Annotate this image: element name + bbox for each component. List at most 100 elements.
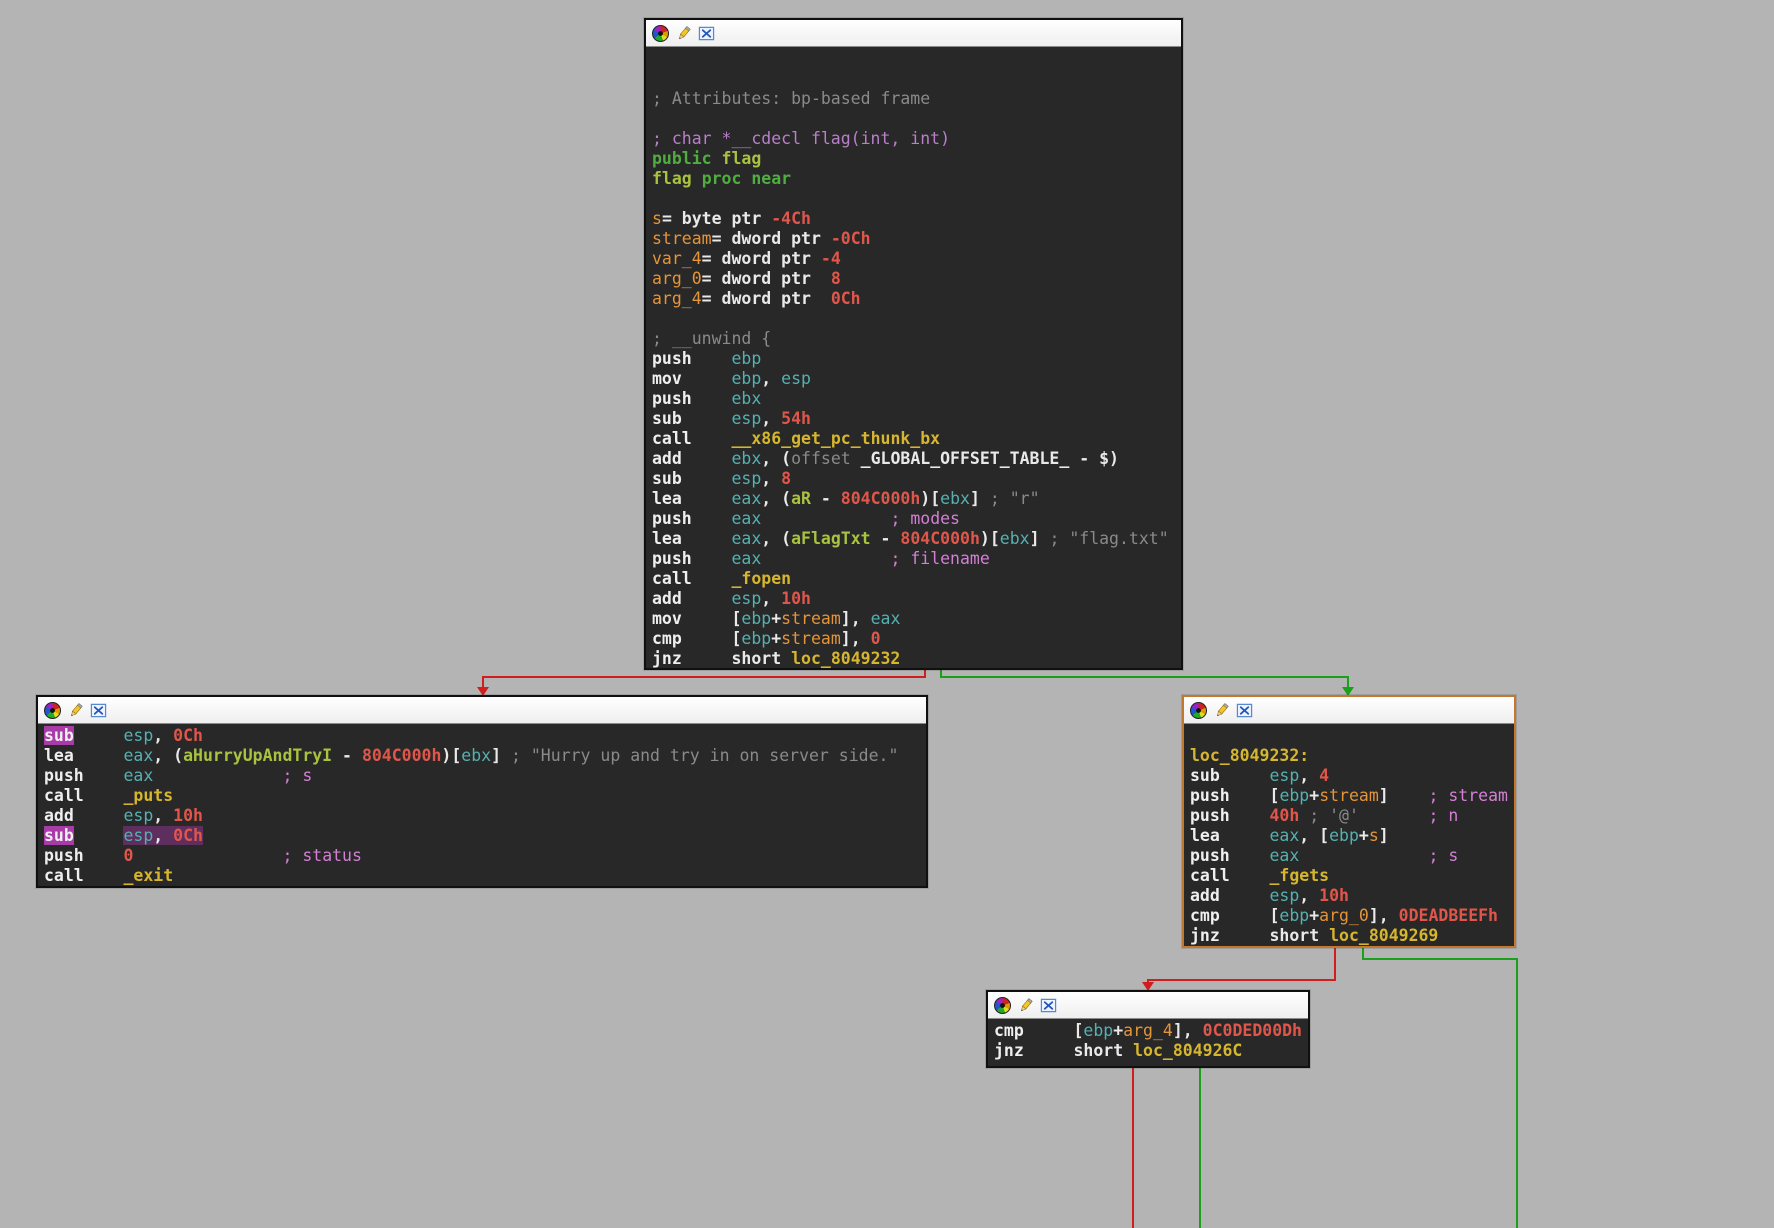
code-line[interactable]: lea eax, (aHurryUpAndTryI - 804C000h)[eb… <box>44 746 926 766</box>
node-hurry-up-exit-titlebar[interactable] <box>38 697 926 724</box>
code-line[interactable]: public flag <box>652 149 1181 169</box>
code-line[interactable]: push [ebp+stream] ; stream <box>1190 786 1514 806</box>
code-line[interactable]: add esp, 10h <box>652 589 1181 609</box>
code-line[interactable]: push 0 ; status <box>44 846 926 866</box>
code-line[interactable]: add esp, 10h <box>1190 886 1514 906</box>
code-token: aHurryUpAndTryI <box>183 746 332 765</box>
code-line[interactable]: ; __unwind { <box>652 329 1181 349</box>
code-line[interactable]: add ebx, (offset _GLOBAL_OFFSET_TABLE_ -… <box>652 449 1181 469</box>
code-line[interactable]: push eax ; s <box>44 766 926 786</box>
code-line[interactable]: cmp [ebp+stream], 0 <box>652 629 1181 649</box>
code-line[interactable]: call _fgets <box>1190 866 1514 886</box>
code-line[interactable]: call _puts <box>44 786 926 806</box>
code-line[interactable]: jnz short loc_8049269 <box>1190 926 1514 946</box>
code-line[interactable]: mov [ebp+stream], eax <box>652 609 1181 629</box>
node-cmp-arg4[interactable]: cmp [ebp+arg_4], 0C0DED00Dhjnz short loc… <box>986 990 1310 1068</box>
code-line[interactable]: call _exit <box>44 866 926 886</box>
graph-canvas[interactable]: ; Attributes: bp-based frame ; char *__cd… <box>0 0 1774 1228</box>
node-flag-entry-titlebar[interactable] <box>646 20 1181 47</box>
code-token: add <box>44 806 74 825</box>
node-loc-8049232-code: loc_8049232:sub esp, 4push [ebp+stream] … <box>1184 724 1514 946</box>
code-line[interactable]: lea eax, (aR - 804C000h)[ebx] ; "r" <box>652 489 1181 509</box>
group-icon[interactable] <box>90 702 107 719</box>
code-token: call <box>652 569 692 588</box>
edit-icon[interactable] <box>1017 997 1034 1014</box>
code-token: push <box>44 766 84 785</box>
node-loc-8049232[interactable]: loc_8049232:sub esp, 4push [ebp+stream] … <box>1182 695 1516 948</box>
code-token: ; '@' <box>1309 806 1359 825</box>
code-line[interactable] <box>652 189 1181 209</box>
code-token: = dword ptr <box>702 249 821 268</box>
code-token: offset <box>791 449 861 468</box>
code-token: lea <box>1190 826 1220 845</box>
node-loc-8049232-titlebar[interactable] <box>1184 697 1514 724</box>
code-line[interactable]: arg_4= dword ptr 0Ch <box>652 289 1181 309</box>
code-line[interactable]: lea eax, (aFlagTxt - 804C000h)[ebx] ; "f… <box>652 529 1181 549</box>
code-line[interactable]: add esp, 10h <box>44 806 926 826</box>
code-token: ], <box>1173 1021 1203 1040</box>
code-line[interactable]: push eax ; filename <box>652 549 1181 569</box>
code-line[interactable]: s= byte ptr -4Ch <box>652 209 1181 229</box>
code-line[interactable]: sub esp, 8 <box>652 469 1181 489</box>
color-wheel-icon[interactable] <box>652 25 669 42</box>
code-line[interactable]: sub esp, 54h <box>652 409 1181 429</box>
code-token: 10h <box>173 806 203 825</box>
code-token: call <box>44 866 84 885</box>
code-line[interactable]: push eax ; s <box>1190 846 1514 866</box>
code-token: ebx <box>940 489 970 508</box>
code-line[interactable]: cmp [ebp+arg_4], 0C0DED00Dh <box>994 1021 1308 1041</box>
code-token: , <box>761 589 781 608</box>
code-line[interactable]: push 40h ; '@' ; n <box>1190 806 1514 826</box>
code-line[interactable]: arg_0= dword ptr 8 <box>652 269 1181 289</box>
group-icon[interactable] <box>1236 702 1253 719</box>
code-line[interactable] <box>652 109 1181 129</box>
code-line[interactable]: call _fopen <box>652 569 1181 589</box>
group-icon[interactable] <box>1040 997 1057 1014</box>
color-wheel-icon[interactable] <box>994 997 1011 1014</box>
code-line[interactable]: sub esp, 0Ch <box>44 726 926 746</box>
code-line[interactable]: flag proc near <box>652 169 1181 189</box>
edit-icon[interactable] <box>675 25 692 42</box>
code-line[interactable]: ; Attributes: bp-based frame <box>652 89 1181 109</box>
code-token: 0Ch <box>173 826 203 845</box>
code-token: ebx <box>732 389 762 408</box>
code-token: = dword ptr <box>712 229 831 248</box>
code-line[interactable]: loc_8049232: <box>1190 746 1514 766</box>
code-token: ; s <box>282 766 312 785</box>
code-line[interactable]: jnz short loc_804926C <box>994 1041 1308 1061</box>
code-line[interactable]: push ebp <box>652 349 1181 369</box>
code-line[interactable]: sub esp, 4 <box>1190 766 1514 786</box>
node-cmp-arg4-titlebar[interactable] <box>988 992 1308 1019</box>
code-line[interactable] <box>652 69 1181 89</box>
code-line[interactable] <box>1190 726 1514 746</box>
color-wheel-icon[interactable] <box>1190 702 1207 719</box>
code-token: push <box>1190 786 1230 805</box>
code-line[interactable]: mov ebp, esp <box>652 369 1181 389</box>
code-token <box>682 489 732 508</box>
code-token: loc_8049232 <box>791 649 900 668</box>
code-token: stream <box>781 629 841 648</box>
code-line[interactable]: sub esp, 0Ch <box>44 826 926 846</box>
code-token: ebp <box>731 369 761 388</box>
code-line[interactable]: call __x86_get_pc_thunk_bx <box>652 429 1181 449</box>
code-line[interactable]: stream= dword ptr -0Ch <box>652 229 1181 249</box>
code-line[interactable]: push ebx <box>652 389 1181 409</box>
color-wheel-icon[interactable] <box>44 702 61 719</box>
node-flag-entry[interactable]: ; Attributes: bp-based frame ; char *__cd… <box>644 18 1183 670</box>
edit-icon[interactable] <box>67 702 84 719</box>
group-icon[interactable] <box>698 25 715 42</box>
code-token: = byte ptr <box>662 209 771 228</box>
code-token: cmp <box>1190 906 1220 925</box>
code-line[interactable]: cmp [ebp+arg_0], 0DEADBEEFh <box>1190 906 1514 926</box>
code-token <box>74 826 124 845</box>
code-line[interactable]: var_4= dword ptr -4 <box>652 249 1181 269</box>
code-line[interactable] <box>652 309 1181 329</box>
code-token: ; s <box>1428 846 1458 865</box>
code-line[interactable]: jnz short loc_8049232 <box>652 649 1181 668</box>
edit-icon[interactable] <box>1213 702 1230 719</box>
node-hurry-up-exit[interactable]: sub esp, 0Chlea eax, (aHurryUpAndTryI - … <box>36 695 928 888</box>
code-line[interactable] <box>652 49 1181 69</box>
code-line[interactable]: push eax ; modes <box>652 509 1181 529</box>
code-line[interactable]: lea eax, [ebp+s] <box>1190 826 1514 846</box>
code-line[interactable]: ; char *__cdecl flag(int, int) <box>652 129 1181 149</box>
